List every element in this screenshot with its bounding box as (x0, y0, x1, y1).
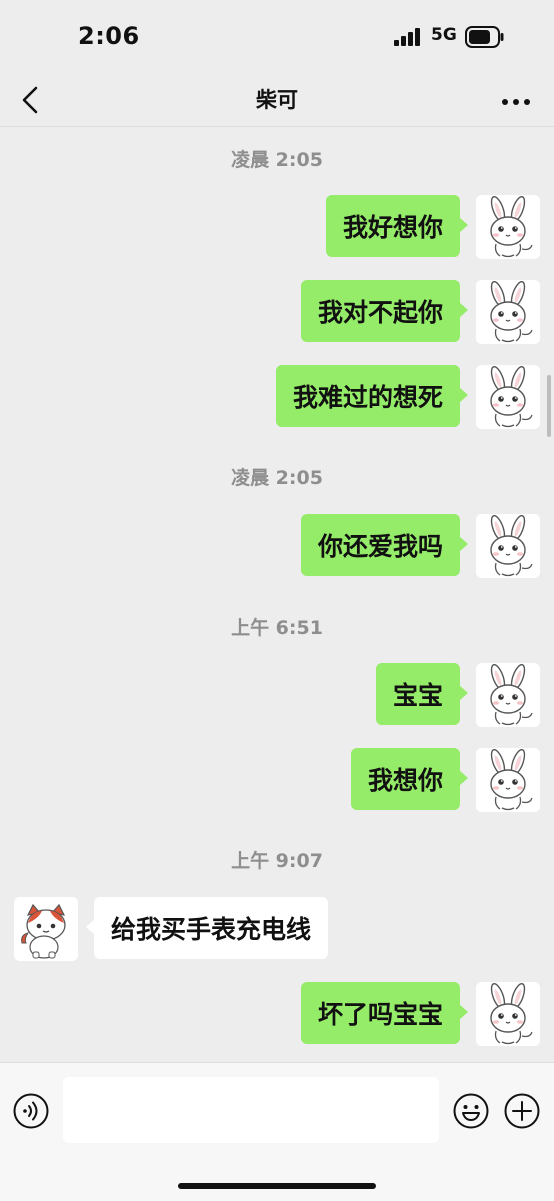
message-row-outgoing: 我好想你 (325, 195, 540, 259)
message-bubble[interactable]: 坏了吗宝宝 (300, 982, 469, 1044)
message-row-outgoing: 我对不起你 (300, 280, 540, 344)
home-indicator[interactable] (178, 1183, 376, 1189)
message-bubble[interactable]: 我想你 (350, 748, 469, 810)
message-row-outgoing: 我难过的想死 (275, 365, 540, 429)
avatar[interactable] (476, 280, 540, 344)
message-input[interactable] (63, 1077, 439, 1143)
emoji-icon[interactable] (452, 1092, 490, 1130)
scrollbar[interactable] (547, 375, 551, 437)
chat-header: 柴可 (0, 74, 554, 127)
signal-icon (394, 28, 420, 46)
avatar[interactable] (476, 365, 540, 429)
message-bubble[interactable]: 我对不起你 (300, 280, 469, 342)
message-row-outgoing: 宝宝 (375, 663, 540, 727)
chat-title: 柴可 (256, 88, 298, 112)
message-bubble[interactable]: 我难过的想死 (275, 365, 469, 427)
avatar[interactable] (476, 663, 540, 727)
avatar[interactable] (476, 195, 540, 259)
message-row-incoming: 给我买手表充电线 (14, 897, 329, 961)
message-list[interactable]: 凌晨 2:05 我好想你 我对不起你 我难过的想死 凌晨 2:05 你还爱我吗 … (0, 127, 554, 1062)
timestamp: 上午 9:07 (231, 850, 323, 872)
avatar[interactable] (476, 748, 540, 812)
input-bar (0, 1062, 554, 1201)
message-bubble[interactable]: 我好想你 (325, 195, 469, 257)
message-row-outgoing: 坏了吗宝宝 (300, 982, 540, 1046)
timestamp: 上午 6:51 (231, 617, 323, 639)
message-bubble[interactable]: 给我买手表充电线 (85, 897, 329, 959)
status-bar: 2:06 5G (0, 0, 554, 74)
avatar[interactable] (476, 982, 540, 1046)
message-row-outgoing: 你还爱我吗 (300, 514, 540, 578)
message-bubble[interactable]: 宝宝 (375, 663, 469, 725)
avatar[interactable] (476, 514, 540, 578)
battery-icon (465, 26, 504, 48)
plus-icon[interactable] (503, 1092, 541, 1130)
timestamp: 凌晨 2:05 (231, 467, 323, 489)
avatar[interactable] (14, 897, 78, 961)
network-label: 5G (431, 25, 457, 45)
message-bubble[interactable]: 你还爱我吗 (300, 514, 469, 576)
voice-icon[interactable] (12, 1092, 50, 1130)
more-dots-icon[interactable] (496, 80, 536, 120)
status-time: 2:06 (78, 22, 140, 50)
timestamp: 凌晨 2:05 (231, 149, 323, 171)
message-row-outgoing: 我想你 (350, 748, 540, 812)
